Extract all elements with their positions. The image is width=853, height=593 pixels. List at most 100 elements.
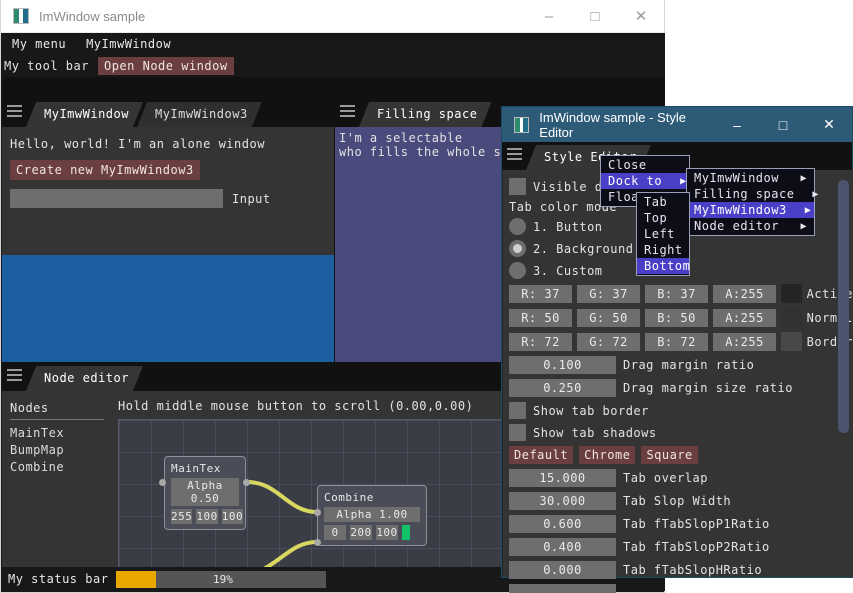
tab-slop-h-ratio-field[interactable]: 0.000: [509, 561, 616, 579]
graph-cell[interactable]: 100: [196, 509, 218, 524]
color-a-field[interactable]: A:255: [713, 284, 776, 303]
tab-overlap-field[interactable]: 15.000: [509, 469, 616, 487]
color-row-active: R: 37 G: 37 B: 37 A:255 Active: [509, 284, 853, 303]
dock-drop-highlight: [2, 255, 334, 362]
progress-bar: 19%: [116, 570, 327, 588]
tab-node-editor[interactable]: Node editor: [26, 366, 143, 391]
tab-slop-h-ratio-label: Tab fTabSlopHRatio: [623, 563, 763, 577]
graph-color-swatch[interactable]: [402, 525, 410, 540]
list-item[interactable]: Combine: [10, 459, 104, 476]
preset-default-button[interactable]: Default: [509, 446, 574, 464]
minimize-button[interactable]: –: [714, 107, 760, 142]
tab-slop-width-label: Tab Slop Width: [623, 494, 732, 508]
color-b-field[interactable]: B: 50: [645, 308, 708, 327]
radio-button[interactable]: [509, 218, 526, 235]
partial-field[interactable]: [509, 584, 616, 593]
main-window-controls: – □ ✕: [526, 0, 664, 32]
app-logo-icon: [514, 116, 530, 133]
node-input-port[interactable]: [314, 509, 321, 516]
graph-cell[interactable]: 100: [376, 525, 398, 540]
maximize-button[interactable]: □: [572, 0, 618, 32]
tab-slop-width-field[interactable]: 30.000: [509, 492, 616, 510]
radio-button[interactable]: [509, 240, 526, 257]
drag-margin-ratio-field[interactable]: 0.100: [509, 356, 616, 374]
tab-myimwwindow3[interactable]: MyImwWindow3: [137, 102, 262, 127]
node-input-port[interactable]: [159, 479, 166, 486]
preset-chrome-button[interactable]: Chrome: [579, 446, 636, 464]
menu-item-filling-space[interactable]: Filling space ▶: [687, 186, 818, 202]
maximize-button[interactable]: □: [760, 107, 806, 142]
tab-myimwwindow[interactable]: MyImwWindow: [26, 102, 143, 127]
graph-node-combine[interactable]: Combine Alpha 1.00 0 200 100: [317, 485, 427, 546]
show-tab-shadows-checkbox[interactable]: [509, 424, 526, 441]
create-new-window-button[interactable]: Create new MyImwWindow3: [10, 160, 200, 180]
list-item[interactable]: BumpMap: [10, 442, 104, 459]
list-item[interactable]: MainTex: [10, 425, 104, 442]
color-r-field[interactable]: R: 72: [509, 332, 572, 351]
node-input-port[interactable]: [314, 539, 321, 546]
menu-item-myimwwindow3[interactable]: MyImwWindow3 ▶: [687, 202, 814, 218]
menu-item-node-editor[interactable]: Node editor ▶: [687, 218, 814, 234]
menu-item-my-menu[interactable]: My menu: [12, 37, 66, 51]
drag-margin-size-ratio-field[interactable]: 0.250: [509, 379, 616, 397]
menu-item-myimwwindow[interactable]: MyImwWindow ▶: [687, 170, 814, 186]
show-tab-border-checkbox[interactable]: [509, 402, 526, 419]
tab-slop-p1-ratio-row: 0.600 Tab fTabSlopP1Ratio: [509, 515, 853, 533]
preset-square-button[interactable]: Square: [641, 446, 698, 464]
graph-node-slider[interactable]: Alpha 0.50: [171, 478, 239, 506]
menu-item-top[interactable]: Top: [637, 210, 689, 226]
main-window-titlebar[interactable]: ImWindow sample – □ ✕: [1, 0, 664, 33]
color-b-field[interactable]: B: 37: [645, 284, 708, 303]
style-editor-titlebar[interactable]: ImWindow sample - Style Editor – □ ✕: [502, 107, 852, 142]
hamburger-menu-icon[interactable]: [2, 364, 26, 391]
graph-cell[interactable]: 200: [350, 525, 372, 540]
tab-filling-space[interactable]: Filling space: [359, 102, 491, 127]
graph-cell[interactable]: 100: [221, 509, 244, 524]
close-button[interactable]: ✕: [618, 0, 664, 32]
tool-bar: My tool bar Open Node window: [2, 55, 665, 77]
menu-item-close[interactable]: Close: [601, 157, 689, 173]
menu-item-myimwwindow[interactable]: MyImwWindow: [86, 37, 171, 51]
tab-slop-p2-ratio-field[interactable]: 0.400: [509, 538, 616, 556]
node-output-port[interactable]: [243, 479, 250, 486]
tab-slop-p1-ratio-field[interactable]: 0.600: [509, 515, 616, 533]
graph-node-slider-label: Alpha: [187, 479, 223, 492]
color-g-field[interactable]: G: 50: [577, 308, 640, 327]
color-r-field[interactable]: R: 37: [509, 284, 572, 303]
visible-dragging-checkbox[interactable]: [509, 178, 526, 195]
color-r-field[interactable]: R: 50: [509, 308, 572, 327]
menu-item-bottom[interactable]: Bottom: [637, 258, 690, 274]
scrollbar-thumb[interactable]: [838, 180, 849, 433]
vertical-scrollbar[interactable]: [838, 180, 849, 510]
hamburger-menu-icon[interactable]: [502, 143, 526, 170]
graph-cell[interactable]: 0: [324, 525, 346, 540]
close-button[interactable]: ✕: [806, 107, 852, 142]
radio-button[interactable]: [509, 262, 526, 279]
color-swatch[interactable]: [781, 284, 802, 303]
color-b-field[interactable]: B: 72: [645, 332, 708, 351]
color-g-field[interactable]: G: 37: [577, 284, 640, 303]
menu-item-dock-to[interactable]: Dock to ▶: [601, 173, 689, 189]
graph-node-maintex[interactable]: MainTex Alpha 0.50 255 100 100: [164, 456, 246, 530]
menu-item-label: Dock to: [608, 174, 663, 188]
color-a-field[interactable]: A:255: [713, 332, 776, 351]
chevron-right-icon: ▶: [812, 188, 819, 200]
radio-label: 1. Button: [533, 219, 603, 234]
color-swatch[interactable]: [781, 308, 802, 327]
open-node-window-button[interactable]: Open Node window: [97, 57, 234, 75]
hamburger-menu-icon[interactable]: [335, 100, 359, 127]
minimize-button[interactable]: –: [526, 0, 572, 32]
hamburger-menu-icon[interactable]: [2, 100, 26, 127]
menu-item-right[interactable]: Right: [637, 242, 689, 258]
graph-node-title: MainTex: [171, 462, 221, 475]
color-g-field[interactable]: G: 72: [577, 332, 640, 351]
menu-item-tab[interactable]: Tab: [637, 194, 689, 210]
menu-item-left[interactable]: Left: [637, 226, 689, 242]
input-field[interactable]: [10, 189, 223, 208]
color-a-field[interactable]: A:255: [713, 308, 776, 327]
color-swatch[interactable]: [781, 332, 802, 351]
graph-cell[interactable]: 255: [171, 509, 193, 524]
graph-node-slider[interactable]: Alpha 1.00: [324, 507, 420, 522]
progress-bar-text: 19%: [213, 572, 233, 586]
nodes-header: Nodes: [10, 401, 104, 420]
